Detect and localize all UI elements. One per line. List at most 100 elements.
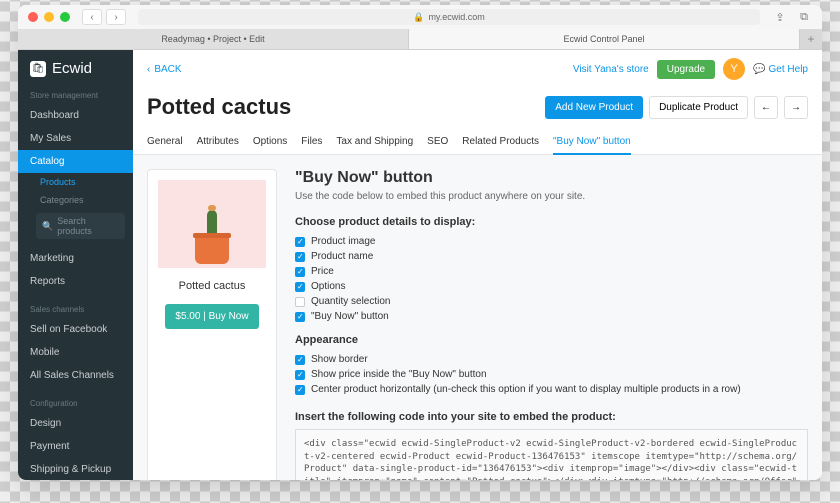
detail-option-row: Price — [295, 264, 808, 279]
back-link[interactable]: ‹ BACK — [147, 64, 182, 75]
sidebar-section-head: Store management — [18, 87, 133, 104]
sidebar-item-shipping[interactable]: Shipping & Pickup — [18, 458, 133, 480]
nav-back-button[interactable]: ‹ — [82, 9, 102, 25]
detail-option-row: "Buy Now" button — [295, 309, 808, 324]
sidebar-item-reports[interactable]: Reports — [18, 270, 133, 293]
logo[interactable]: 🛍 Ecwid — [18, 50, 133, 87]
browser-tabs: Readymag • Project • Edit Ecwid Control … — [18, 29, 822, 50]
tab-options[interactable]: Options — [253, 130, 287, 154]
product-image — [158, 180, 266, 268]
buy-now-settings: "Buy Now" button Use the code below to e… — [295, 169, 808, 480]
product-preview-card: Potted cactus $5.00 | Buy Now — [147, 169, 277, 480]
title-bar: ‹ › 🔒 my.ecwid.com ⇪ ⧉ — [18, 5, 822, 29]
detail-option-label: Product name — [311, 251, 373, 262]
sidebar-item-design[interactable]: Design — [18, 412, 133, 435]
sidebar-search-input[interactable]: 🔍 Search products — [36, 213, 125, 239]
tab-tax-shipping[interactable]: Tax and Shipping — [336, 130, 413, 154]
sidebar-item-catalog[interactable]: Catalog — [18, 150, 133, 173]
detail-option-checkbox[interactable] — [295, 282, 305, 292]
sidebar-item-all-channels[interactable]: All Sales Channels — [18, 364, 133, 387]
new-tab-button[interactable]: + — [800, 29, 822, 49]
add-new-product-button[interactable]: Add New Product — [545, 96, 643, 119]
tab-attributes[interactable]: Attributes — [197, 130, 239, 154]
next-product-button[interactable]: → — [784, 96, 808, 119]
appearance-option-label: Center product horizontally (un-check th… — [311, 384, 741, 395]
detail-option-row: Product image — [295, 234, 808, 249]
panel-desc: Use the code below to embed this product… — [295, 191, 808, 202]
tab-seo[interactable]: SEO — [427, 130, 448, 154]
code-head: Insert the following code into your site… — [295, 411, 808, 423]
tab-files[interactable]: Files — [301, 130, 322, 154]
appearance-option-checkbox[interactable] — [295, 385, 305, 395]
sidebar-section-head: Sales channels — [18, 301, 133, 318]
detail-option-label: "Buy Now" button — [311, 311, 389, 322]
appearance-option-label: Show border — [311, 354, 368, 365]
detail-option-label: Product image — [311, 236, 375, 247]
topbar: ‹ BACK Visit Yana's store Upgrade Y 💬 Ge… — [133, 50, 822, 88]
help-link[interactable]: 💬 Get Help — [753, 64, 808, 75]
sidebar-sub-categories[interactable]: Categories — [18, 191, 133, 209]
detail-option-checkbox[interactable] — [295, 237, 305, 247]
main: ‹ BACK Visit Yana's store Upgrade Y 💬 Ge… — [133, 50, 822, 480]
detail-option-row: Product name — [295, 249, 808, 264]
close-window-icon[interactable] — [28, 12, 38, 22]
pot-icon — [195, 236, 229, 264]
prev-product-button[interactable]: ← — [754, 96, 778, 119]
browser-window: ‹ › 🔒 my.ecwid.com ⇪ ⧉ Readymag • Projec… — [18, 5, 822, 480]
detail-option-checkbox[interactable] — [295, 312, 305, 322]
detail-option-checkbox[interactable] — [295, 267, 305, 277]
detail-option-label: Quantity selection — [311, 296, 391, 307]
sidebar-item-marketing[interactable]: Marketing — [18, 247, 133, 270]
sidebar: 🛍 Ecwid Store management Dashboard My Sa… — [18, 50, 133, 480]
app: 🛍 Ecwid Store management Dashboard My Sa… — [18, 50, 822, 480]
product-name: Potted cactus — [158, 280, 266, 292]
search-icon: 🔍 — [42, 221, 53, 232]
tab-general[interactable]: General — [147, 130, 183, 154]
chevron-left-icon: ‹ — [147, 64, 150, 75]
detail-option-row: Quantity selection — [295, 294, 808, 309]
tab-buy-now[interactable]: "Buy Now" button — [553, 130, 631, 155]
lock-icon: 🔒 — [413, 12, 424, 23]
bag-icon: 🛍 — [30, 61, 46, 77]
appearance-option-row: Center product horizontally (un-check th… — [295, 382, 808, 397]
choose-details-head: Choose product details to display: — [295, 216, 808, 228]
page-title: Potted cactus — [147, 94, 291, 120]
detail-option-label: Price — [311, 266, 334, 277]
appearance-option-checkbox[interactable] — [295, 370, 305, 380]
panel-title: "Buy Now" button — [295, 169, 808, 187]
content: Potted cactus $5.00 | Buy Now "Buy Now" … — [133, 155, 822, 480]
detail-option-checkbox[interactable] — [295, 297, 305, 307]
sidebar-item-facebook[interactable]: Sell on Facebook — [18, 318, 133, 341]
nav-forward-button[interactable]: › — [106, 9, 126, 25]
sidebar-section-head: Configuration — [18, 395, 133, 412]
url-bar[interactable]: 🔒 my.ecwid.com — [138, 9, 760, 25]
sidebar-item-sales[interactable]: My Sales — [18, 127, 133, 150]
duplicate-product-button[interactable]: Duplicate Product — [649, 96, 748, 119]
sidebar-item-dashboard[interactable]: Dashboard — [18, 104, 133, 127]
page-header: Potted cactus Add New Product Duplicate … — [133, 88, 822, 130]
detail-option-checkbox[interactable] — [295, 252, 305, 262]
buy-now-button[interactable]: $5.00 | Buy Now — [165, 304, 258, 329]
appearance-head: Appearance — [295, 334, 808, 346]
detail-option-label: Options — [311, 281, 345, 292]
browser-tab[interactable]: Readymag • Project • Edit — [18, 29, 409, 49]
appearance-option-checkbox[interactable] — [295, 355, 305, 365]
tabs-icon[interactable]: ⧉ — [796, 9, 812, 25]
chat-icon: 💬 — [753, 64, 765, 75]
browser-tab[interactable]: Ecwid Control Panel — [409, 29, 800, 49]
product-tabs: General Attributes Options Files Tax and… — [133, 130, 822, 155]
sidebar-item-mobile[interactable]: Mobile — [18, 341, 133, 364]
sidebar-item-payment[interactable]: Payment — [18, 435, 133, 458]
embed-code-box[interactable]: <div class="ecwid ecwid-SingleProduct-v2… — [295, 429, 808, 480]
visit-store-link[interactable]: Visit Yana's store — [573, 64, 649, 75]
sidebar-sub-products[interactable]: Products — [18, 173, 133, 191]
upgrade-button[interactable]: Upgrade — [657, 60, 715, 79]
share-icon[interactable]: ⇪ — [772, 9, 788, 25]
appearance-option-row: Show border — [295, 352, 808, 367]
tab-related[interactable]: Related Products — [462, 130, 539, 154]
avatar[interactable]: Y — [723, 58, 745, 80]
maximize-window-icon[interactable] — [60, 12, 70, 22]
appearance-option-row: Show price inside the "Buy Now" button — [295, 367, 808, 382]
minimize-window-icon[interactable] — [44, 12, 54, 22]
appearance-option-label: Show price inside the "Buy Now" button — [311, 369, 487, 380]
